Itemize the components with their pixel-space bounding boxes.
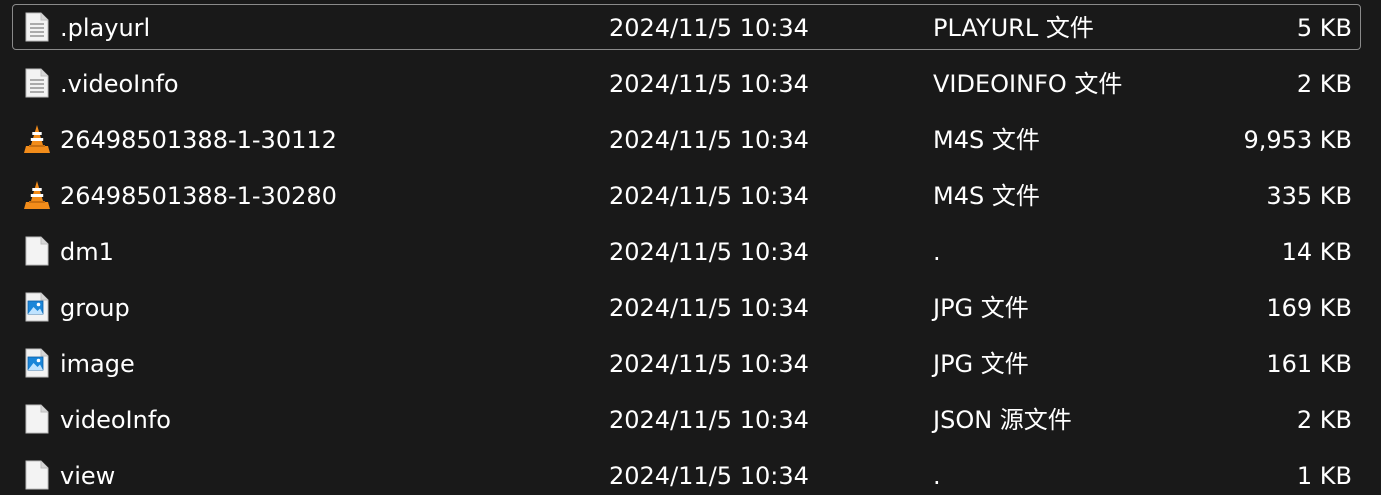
- file-size: 5 KB: [1296, 14, 1352, 42]
- file-size: 169 KB: [1266, 294, 1352, 322]
- file-type: PLAYURL 文件: [933, 14, 1094, 42]
- file-name: .playurl: [60, 14, 151, 42]
- file-size: 335 KB: [1266, 182, 1352, 210]
- file-modified-date: 2024/11/5 10:34: [609, 238, 809, 266]
- image-file-icon: [23, 341, 51, 385]
- file-type: .: [933, 238, 941, 266]
- file-size: 2 KB: [1296, 406, 1352, 434]
- file-name: dm1: [60, 238, 114, 266]
- blank-file-icon: [23, 229, 51, 273]
- file-modified-date: 2024/11/5 10:34: [609, 294, 809, 322]
- file-row-m4s-30280[interactable]: 26498501388-1-30280 2024/11/5 10:34 M4S …: [12, 172, 1361, 218]
- file-row-image[interactable]: image 2024/11/5 10:34 JPG 文件 161 KB: [12, 340, 1361, 386]
- file-row-group[interactable]: group 2024/11/5 10:34 JPG 文件 169 KB: [12, 284, 1361, 330]
- file-modified-date: 2024/11/5 10:34: [609, 70, 809, 98]
- file-type: JPG 文件: [933, 294, 1029, 322]
- file-row-videoinfo[interactable]: videoInfo 2024/11/5 10:34 JSON 源文件 2 KB: [12, 396, 1361, 442]
- file-size: 1 KB: [1296, 462, 1352, 490]
- file-row-dm1[interactable]: dm1 2024/11/5 10:34 . 14 KB: [12, 228, 1361, 274]
- file-name: .videoInfo: [60, 70, 179, 98]
- file-row-view[interactable]: view 2024/11/5 10:34 . 1 KB: [12, 452, 1361, 495]
- file-modified-date: 2024/11/5 10:34: [609, 14, 809, 42]
- text-file-icon: [23, 5, 51, 49]
- file-name: view: [60, 462, 116, 490]
- file-type: M4S 文件: [933, 182, 1040, 210]
- file-type: .: [933, 462, 941, 490]
- file-type: M4S 文件: [933, 126, 1040, 154]
- file-row-playurl[interactable]: .playurl 2024/11/5 10:34 PLAYURL 文件 5 KB: [12, 4, 1361, 50]
- file-size: 14 KB: [1281, 238, 1352, 266]
- vlc-media-icon: [23, 117, 51, 161]
- file-name: 26498501388-1-30280: [60, 182, 337, 210]
- file-row-m4s-30112[interactable]: 26498501388-1-30112 2024/11/5 10:34 M4S …: [12, 116, 1361, 162]
- text-file-icon: [23, 61, 51, 105]
- blank-file-icon: [23, 397, 51, 441]
- file-modified-date: 2024/11/5 10:34: [609, 406, 809, 434]
- file-modified-date: 2024/11/5 10:34: [609, 126, 809, 154]
- file-type: JPG 文件: [933, 350, 1029, 378]
- file-modified-date: 2024/11/5 10:34: [609, 462, 809, 490]
- file-modified-date: 2024/11/5 10:34: [609, 350, 809, 378]
- file-name: image: [60, 350, 135, 378]
- file-type: JSON 源文件: [933, 406, 1072, 434]
- file-list: .playurl 2024/11/5 10:34 PLAYURL 文件 5 KB…: [0, 0, 1381, 495]
- image-file-icon: [23, 285, 51, 329]
- file-size: 161 KB: [1266, 350, 1352, 378]
- file-name: 26498501388-1-30112: [60, 126, 337, 154]
- file-size: 2 KB: [1296, 70, 1352, 98]
- blank-file-icon: [23, 453, 51, 495]
- file-name: group: [60, 294, 130, 322]
- file-name: videoInfo: [60, 406, 171, 434]
- file-row-videoinfo-dot[interactable]: .videoInfo 2024/11/5 10:34 VIDEOINFO 文件 …: [12, 60, 1361, 106]
- vlc-media-icon: [23, 173, 51, 217]
- file-type: VIDEOINFO 文件: [933, 70, 1123, 98]
- file-size: 9,953 KB: [1243, 126, 1352, 154]
- file-modified-date: 2024/11/5 10:34: [609, 182, 809, 210]
